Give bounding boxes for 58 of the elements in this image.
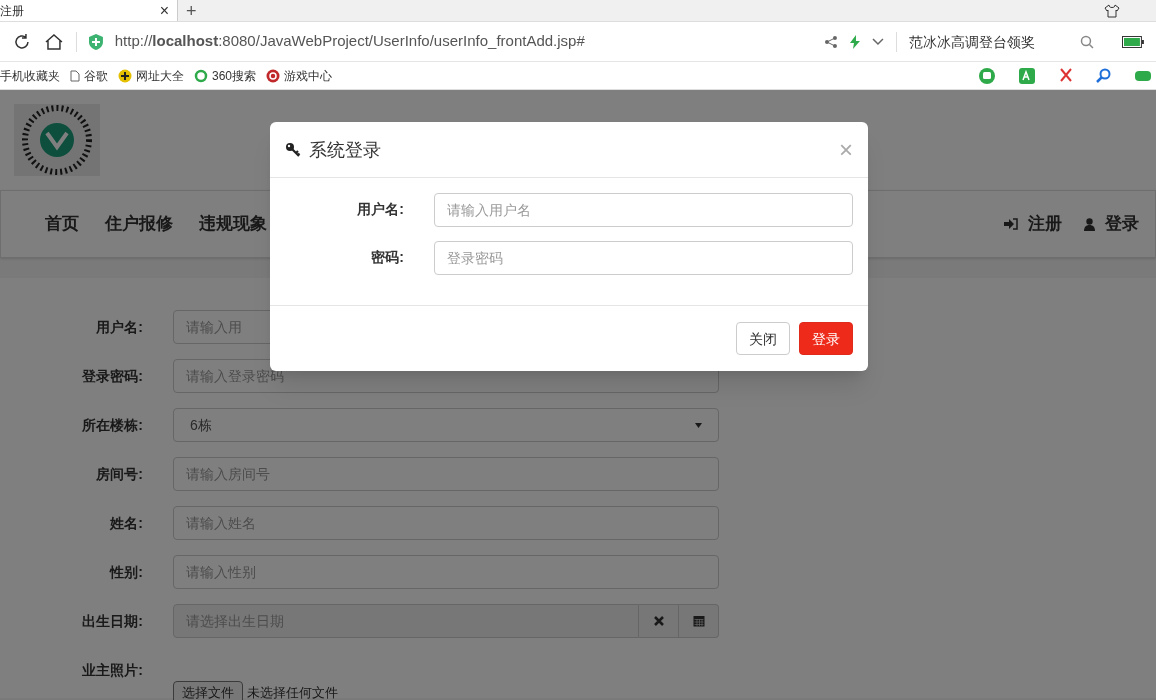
shield-icon [88,33,103,50]
search-icon[interactable] [1080,34,1095,49]
game-icon [266,68,281,83]
choose-file-button[interactable]: 选择文件 [173,681,243,700]
url-text[interactable]: http://localhost:8080/JavaWebProject/UserInfo/userInfo_frontAdd.jsp# [114,30,812,53]
search-suggestion-text[interactable]: 范冰冰高调登台领奖 [908,31,1069,52]
new-tab-button[interactable]: + [186,0,197,25]
page-icon [70,69,80,82]
field-label: 所在楼栋: [81,416,143,435]
shirt-icon[interactable] [1104,3,1120,18]
text-field[interactable]: 请输入用户名 [434,193,853,227]
field-label: 业主照片: [81,661,143,680]
nav-link[interactable]: 违规现象 [199,211,267,237]
translate-icon[interactable] [1018,66,1036,85]
nav-link[interactable]: 首页 [45,211,79,237]
bookmark-link[interactable]: 360搜索 [194,67,257,84]
close-dialog-button[interactable]: 关闭 [736,322,790,355]
close-icon [653,616,664,626]
chat-bubble-icon[interactable] [978,66,996,85]
clear-date-button[interactable] [639,604,679,638]
plus-circle-icon [118,68,132,83]
nav-link[interactable]: 住户报修 [105,211,173,237]
field-label: 密码: [370,248,404,267]
building-select[interactable]: 6栋 [173,408,719,442]
key-icon [285,141,301,158]
tab-close-button[interactable]: × [159,0,169,23]
field-label: 房间号: [95,465,143,484]
field-label: 出生日期: [81,612,143,631]
sign-in-icon [1004,218,1018,230]
user-icon [1084,217,1095,231]
bookmark-link[interactable]: 谷歌 [70,67,108,84]
bookmark-link[interactable]: 游戏中心 [266,67,333,84]
bookmark-link[interactable]: 手机收藏夹 [0,67,60,84]
login-button[interactable]: 登录 [799,322,853,355]
home-icon[interactable] [43,31,64,52]
text-field[interactable]: 登录密码 [434,241,853,275]
dropdown-caret-icon [695,422,702,428]
refresh-icon[interactable] [12,31,32,52]
calendar-icon [692,615,705,627]
share-icon[interactable] [823,34,838,49]
nav-link[interactable]: 注册 [1004,211,1062,237]
scissors-icon[interactable] [1058,67,1074,84]
magnifier-icon[interactable] [1096,67,1112,84]
lightning-icon[interactable] [849,34,860,49]
field-label: 登录密码: [81,367,143,386]
browser-tab[interactable]: 注册 × [0,0,178,21]
nav-link[interactable]: 登录 [1084,211,1139,237]
battery-icon [1122,35,1144,48]
dialog-title: 系统登录 [309,138,382,162]
ring-icon [194,68,208,83]
bookmark-link[interactable]: 网址大全 [118,67,184,84]
field-label: 姓名: [109,514,143,533]
chevron-down-icon[interactable] [871,37,884,46]
calendar-button[interactable] [679,604,719,638]
no-file-text: 未选择任何文件 [247,683,338,700]
field-label: 用户名: [95,318,143,337]
field-label: 用户名: [356,200,404,219]
field-label: 性别: [108,563,143,582]
